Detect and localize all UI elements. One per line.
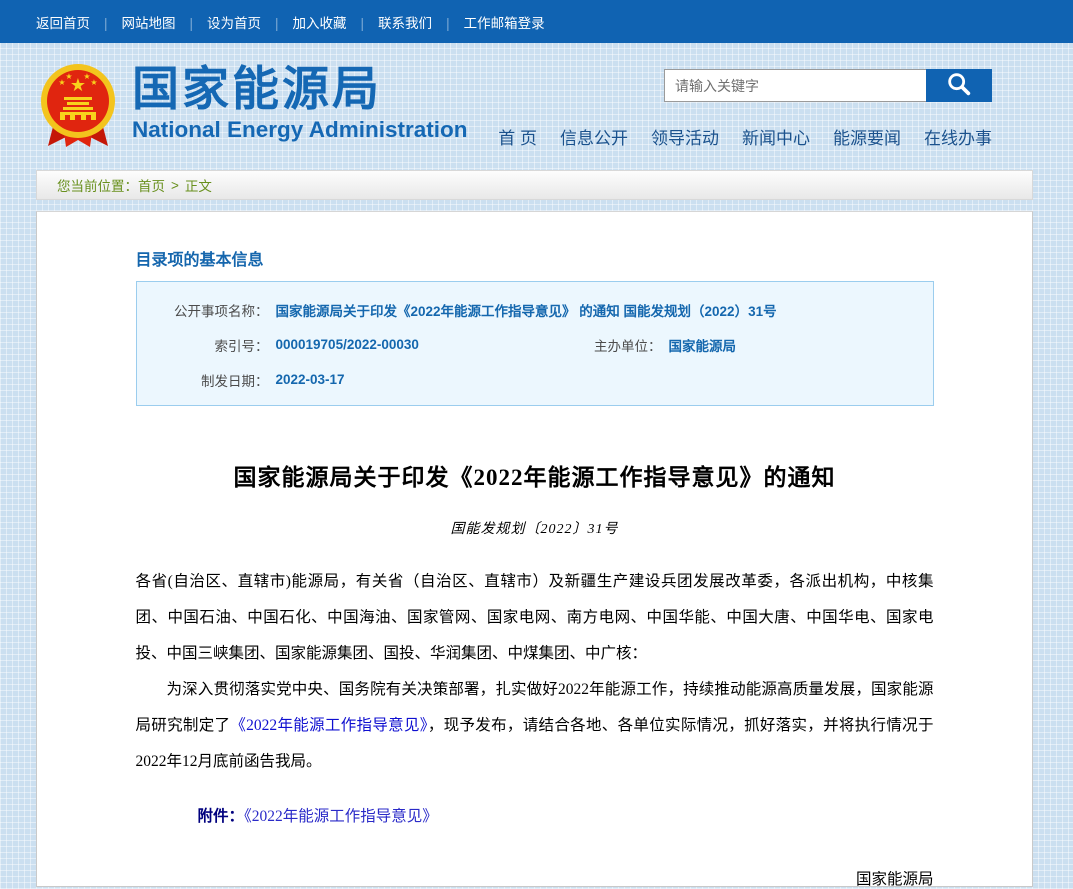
field-label-index-number: 索引号： <box>137 335 269 355</box>
document-title: 国家能源局关于印发《2022年能源工作指导意见》的通知 <box>136 458 934 492</box>
breadcrumb-home-link[interactable]: 首页 <box>138 175 165 195</box>
breadcrumb-separator: > <box>171 178 179 193</box>
field-label-issue-date: 制发日期： <box>137 370 269 390</box>
catalog-row-name: 公开事项名称： 国家能源局关于印发《2022年能源工作指导意见》 的通知 国能发… <box>137 292 933 327</box>
breadcrumb-current[interactable]: 正文 <box>185 175 212 195</box>
search-input[interactable] <box>664 69 926 102</box>
guidance-opinions-inline-link[interactable]: 《2022年能源工作指导意见》 <box>230 717 427 734</box>
nav-item-news-center[interactable]: 新闻中心 <box>742 124 810 149</box>
catalog-section-title: 目录项的基本信息 <box>136 246 934 270</box>
field-value-disclosure-name: 国家能源局关于印发《2022年能源工作指导意见》 的通知 国能发规划（2022）… <box>276 300 777 320</box>
site-title: 国家能源局 <box>132 64 467 113</box>
field-value-issue-date: 2022-03-17 <box>276 372 345 387</box>
attachment-link[interactable]: 《2022年能源工作指导意见》 <box>244 808 438 825</box>
field-label-host-org: 主办单位： <box>566 335 662 355</box>
national-emblem-icon: ★ ★ ★ ★ ★ <box>36 60 120 154</box>
nav-item-energy-news[interactable]: 能源要闻 <box>833 124 901 149</box>
topbar-link-set-homepage[interactable]: 设为首页 <box>176 12 262 32</box>
topbar-link-sitemap[interactable]: 网站地图 <box>90 12 176 32</box>
attachment-label: 附件： <box>198 808 245 825</box>
svg-text:★: ★ <box>65 72 72 81</box>
issuer-name: 国家能源局 <box>136 862 934 887</box>
paragraph-body: 为深入贯彻落实党中央、国务院有关决策部署，扎实做好2022年能源工作，持续推动能… <box>136 672 934 780</box>
notice-article: 国家能源局关于印发《2022年能源工作指导意见》的通知 国能发规划〔2022〕3… <box>136 458 934 887</box>
field-value-index-number: 000019705/2022-00030 <box>276 337 566 352</box>
search-button[interactable] <box>926 69 992 102</box>
topbar-link-work-email-login[interactable]: 工作邮箱登录 <box>432 12 545 32</box>
topbar-link-add-favorites[interactable]: 加入收藏 <box>261 12 347 32</box>
main-nav: 首 页 信息公开 领导活动 新闻中心 能源要闻 在线办事 <box>498 124 992 149</box>
breadcrumb: 您当前位置： 首页 > 正文 <box>36 170 1033 200</box>
catalog-row-date: 制发日期： 2022-03-17 <box>137 362 933 397</box>
topbar: 返回首页 网站地图 设为首页 加入收藏 联系我们 工作邮箱登录 <box>0 0 1073 43</box>
content-panel: 目录项的基本信息 公开事项名称： 国家能源局关于印发《2022年能源工作指导意见… <box>36 211 1033 887</box>
nav-item-info-disclosure[interactable]: 信息公开 <box>560 124 628 149</box>
nav-item-home[interactable]: 首 页 <box>498 124 537 149</box>
search-bar <box>664 69 992 102</box>
breadcrumb-label: 您当前位置： <box>57 175 138 195</box>
attachment-line: 附件：《2022年能源工作指导意见》 <box>136 799 934 835</box>
nav-item-online-services[interactable]: 在线办事 <box>924 124 992 149</box>
svg-text:★: ★ <box>90 78 97 87</box>
topbar-link-return-home[interactable]: 返回首页 <box>36 12 90 32</box>
nav-item-leader-activities[interactable]: 领导活动 <box>651 124 719 149</box>
site-title-english: National Energy Administration <box>132 117 467 143</box>
topbar-link-contact-us[interactable]: 联系我们 <box>347 12 433 32</box>
document-number: 国能发规划〔2022〕31号 <box>136 518 934 538</box>
catalog-row-index-org: 索引号： 000019705/2022-00030 主办单位： 国家能源局 <box>137 327 933 362</box>
catalog-info-box: 公开事项名称： 国家能源局关于印发《2022年能源工作指导意见》 的通知 国能发… <box>136 281 934 406</box>
paragraph-recipients: 各省(自治区、直辖市)能源局，有关省（自治区、直辖市）及新疆生产建设兵团发展改革… <box>136 564 934 672</box>
brand: ★ ★ ★ ★ ★ 国家能源局 National Energy Administ… <box>36 58 467 154</box>
field-value-host-org: 国家能源局 <box>669 335 737 355</box>
search-icon <box>945 70 973 101</box>
site-header: ★ ★ ★ ★ ★ 国家能源局 National Energy Administ… <box>0 43 1073 170</box>
page: 返回首页 网站地图 设为首页 加入收藏 联系我们 工作邮箱登录 ★ ★ ★ ★ … <box>0 0 1073 887</box>
field-label-disclosure-name: 公开事项名称： <box>137 300 269 320</box>
